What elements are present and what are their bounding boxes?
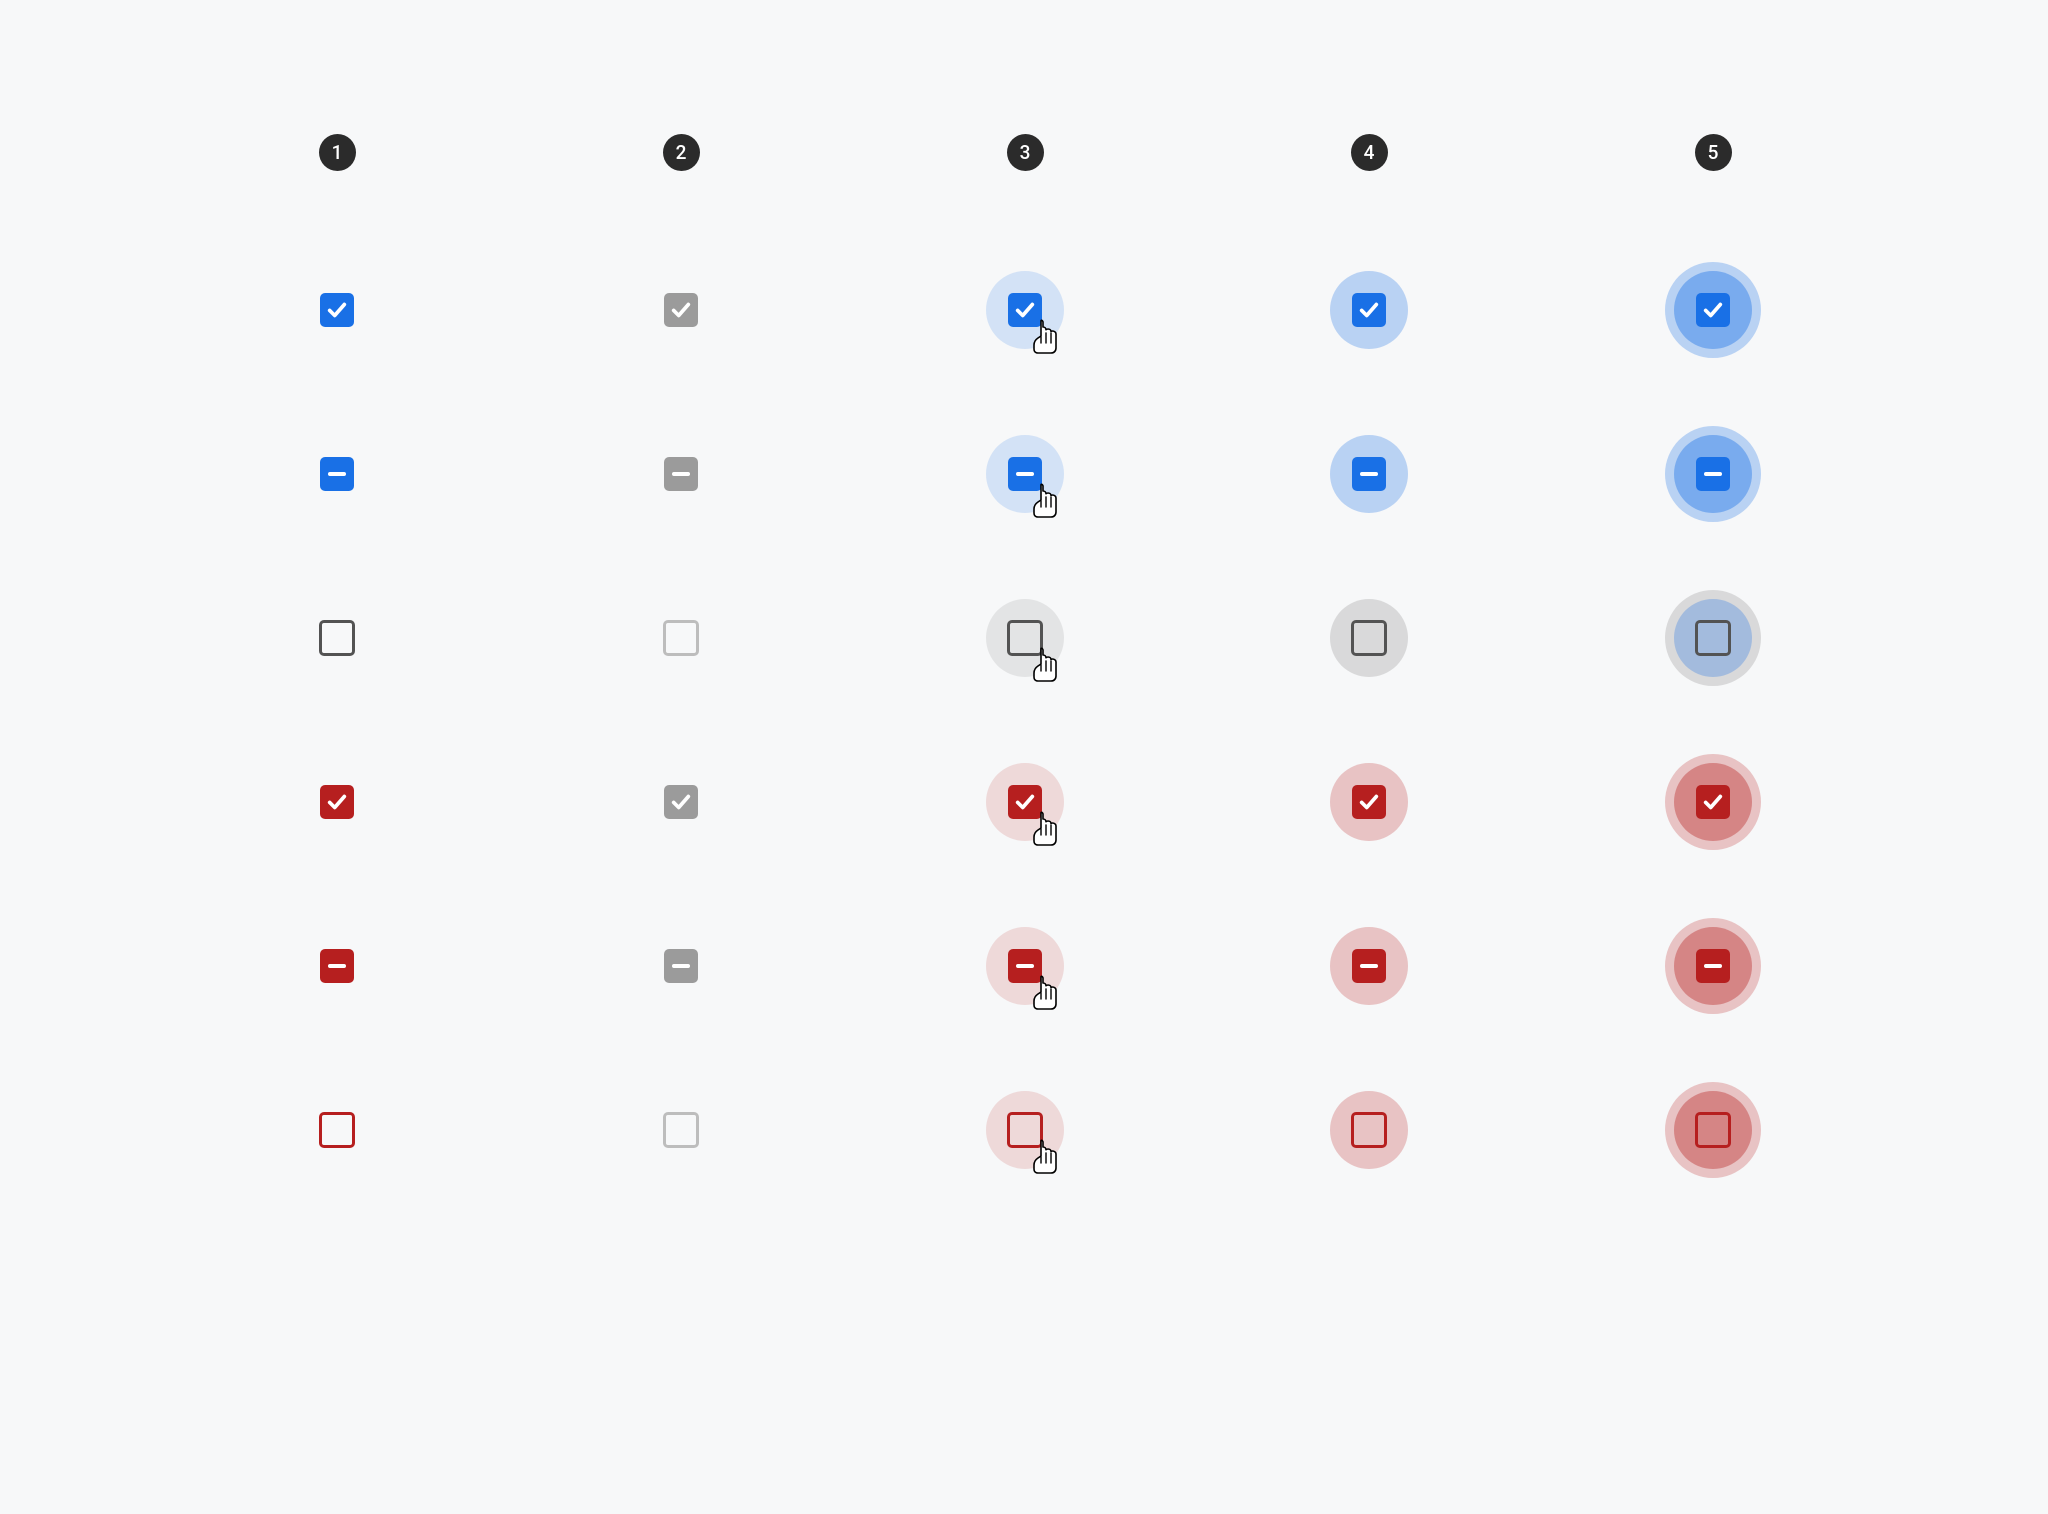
- checkbox-primary-indeterminate-focus[interactable]: [1330, 435, 1408, 513]
- checkbox-box-checked-icon: [1352, 293, 1386, 327]
- checkbox-box-unchecked-icon: [319, 1112, 355, 1148]
- checkbox-primary-checked-pressed[interactable]: [1674, 271, 1752, 349]
- checkbox-box-unchecked-icon: [1695, 620, 1731, 656]
- checkbox-box-indeterminate-icon: [1008, 949, 1042, 983]
- checkbox-error-checked-pressed[interactable]: [1674, 763, 1752, 841]
- checkbox-primary-unchecked-disabled: [642, 599, 720, 677]
- column-badge-1: 1: [319, 134, 356, 171]
- checkbox-error-indeterminate-disabled: [642, 927, 720, 1005]
- checkbox-primary-checked-enabled[interactable]: [298, 271, 376, 349]
- indeterminate-dash-icon: [672, 964, 690, 968]
- checkbox-box-indeterminate-icon: [320, 457, 354, 491]
- checkbox-box-checked-icon: [664, 785, 698, 819]
- checkbox-primary-indeterminate-hover[interactable]: [986, 435, 1064, 513]
- checkbox-error-unchecked-hover[interactable]: [986, 1091, 1064, 1169]
- column-badge-4: 4: [1351, 134, 1388, 171]
- checkbox-box-checked-icon: [1696, 785, 1730, 819]
- checkbox-box-indeterminate-icon: [1352, 457, 1386, 491]
- checkbox-box-unchecked-icon: [663, 620, 699, 656]
- checkbox-box-unchecked-icon: [1351, 620, 1387, 656]
- checkbox-error-indeterminate-focus[interactable]: [1330, 927, 1408, 1005]
- checkbox-primary-indeterminate-enabled[interactable]: [298, 435, 376, 513]
- checkbox-row-error-unchecked: [165, 1088, 1885, 1172]
- checkbox-box-checked-icon: [1008, 785, 1042, 819]
- checkbox-primary-indeterminate-disabled: [642, 435, 720, 513]
- checkbox-error-unchecked-enabled[interactable]: [298, 1091, 376, 1169]
- indeterminate-dash-icon: [1360, 964, 1378, 968]
- indeterminate-dash-icon: [1016, 964, 1034, 968]
- column-badge-3: 3: [1007, 134, 1044, 171]
- checkbox-box-checked-icon: [320, 785, 354, 819]
- indeterminate-dash-icon: [328, 472, 346, 476]
- checkbox-box-indeterminate-icon: [664, 949, 698, 983]
- checkbox-box-checked-icon: [1352, 785, 1386, 819]
- checkbox-box-checked-icon: [1008, 293, 1042, 327]
- checkbox-box-indeterminate-icon: [1352, 949, 1386, 983]
- checkbox-error-unchecked-focus[interactable]: [1330, 1091, 1408, 1169]
- checkbox-box-indeterminate-icon: [1696, 949, 1730, 983]
- checkbox-error-unchecked-pressed[interactable]: [1674, 1091, 1752, 1169]
- checkbox-box-indeterminate-icon: [320, 949, 354, 983]
- checkbox-primary-checked-hover[interactable]: [986, 271, 1064, 349]
- checkbox-row-primary-indeterminate: [165, 432, 1885, 516]
- checkbox-error-indeterminate-pressed[interactable]: [1674, 927, 1752, 1005]
- checkbox-box-unchecked-icon: [1351, 1112, 1387, 1148]
- checkbox-box-indeterminate-icon: [664, 457, 698, 491]
- checkbox-error-checked-enabled[interactable]: [298, 763, 376, 841]
- checkbox-box-unchecked-icon: [1007, 620, 1043, 656]
- checkbox-box-checked-icon: [1696, 293, 1730, 327]
- checkbox-box-indeterminate-icon: [1696, 457, 1730, 491]
- checkbox-error-indeterminate-hover[interactable]: [986, 927, 1064, 1005]
- checkbox-primary-checked-focus[interactable]: [1330, 271, 1408, 349]
- column-badge-2: 2: [663, 134, 700, 171]
- indeterminate-dash-icon: [1704, 472, 1722, 476]
- checkbox-box-indeterminate-icon: [1008, 457, 1042, 491]
- checkbox-primary-unchecked-enabled[interactable]: [298, 599, 376, 677]
- checkbox-row-error-checked: [165, 760, 1885, 844]
- checkbox-primary-unchecked-hover[interactable]: [986, 599, 1064, 677]
- checkbox-row-error-indeterminate: [165, 924, 1885, 1008]
- indeterminate-dash-icon: [1704, 964, 1722, 968]
- indeterminate-dash-icon: [328, 964, 346, 968]
- checkbox-primary-indeterminate-pressed[interactable]: [1674, 435, 1752, 513]
- indeterminate-dash-icon: [1360, 472, 1378, 476]
- checkbox-row-primary-unchecked: [165, 596, 1885, 680]
- checkbox-box-unchecked-icon: [319, 620, 355, 656]
- checkbox-error-indeterminate-enabled[interactable]: [298, 927, 376, 1005]
- checkbox-box-checked-icon: [320, 293, 354, 327]
- checkbox-primary-checked-disabled: [642, 271, 720, 349]
- checkbox-primary-unchecked-focus[interactable]: [1330, 599, 1408, 677]
- checkbox-error-checked-hover[interactable]: [986, 763, 1064, 841]
- checkbox-row-primary-checked: [165, 268, 1885, 352]
- checkbox-error-checked-disabled: [642, 763, 720, 841]
- indeterminate-dash-icon: [1016, 472, 1034, 476]
- checkbox-box-unchecked-icon: [1695, 1112, 1731, 1148]
- column-badge-5: 5: [1695, 134, 1732, 171]
- checkbox-box-unchecked-icon: [663, 1112, 699, 1148]
- checkbox-error-checked-focus[interactable]: [1330, 763, 1408, 841]
- checkbox-primary-unchecked-pressed[interactable]: [1674, 599, 1752, 677]
- checkbox-box-checked-icon: [664, 293, 698, 327]
- checkbox-box-unchecked-icon: [1007, 1112, 1043, 1148]
- indeterminate-dash-icon: [672, 472, 690, 476]
- checkbox-error-unchecked-disabled: [642, 1091, 720, 1169]
